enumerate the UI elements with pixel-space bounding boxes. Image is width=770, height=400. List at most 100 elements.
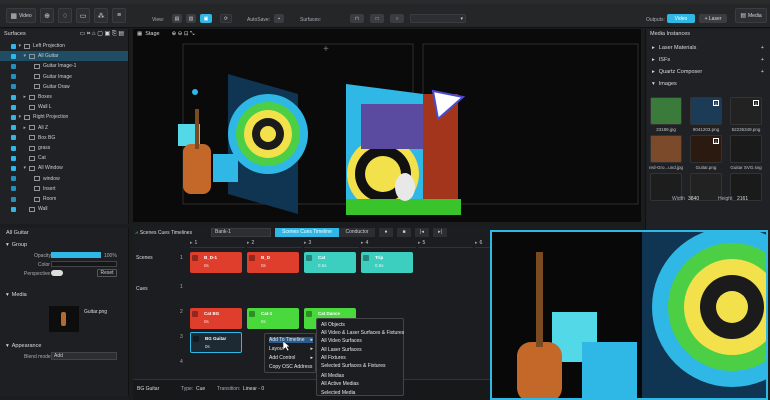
visibility-checkbox[interactable] bbox=[11, 155, 16, 161]
surface-row[interactable]: Box BG bbox=[0, 133, 128, 143]
group-section[interactable]: ▾ Group bbox=[6, 240, 27, 250]
surface-tool-3[interactable]: ○ bbox=[390, 14, 404, 23]
output-preview[interactable] bbox=[490, 230, 768, 400]
surface-row[interactable]: Guitar Image-1 bbox=[0, 61, 128, 71]
column-header[interactable]: ▸ 4 bbox=[361, 240, 416, 248]
play-icon[interactable] bbox=[192, 255, 198, 261]
media-tile[interactable] bbox=[650, 135, 682, 163]
surface-row[interactable]: Wall bbox=[0, 204, 128, 214]
context-menu-item[interactable]: Layout ▸ bbox=[269, 346, 313, 352]
visibility-checkbox[interactable] bbox=[11, 135, 16, 141]
opacity-slider[interactable] bbox=[51, 252, 101, 258]
tree-arrow-icon[interactable]: ▾ bbox=[16, 114, 21, 120]
next-button[interactable]: ▸| bbox=[433, 228, 447, 237]
submenu-item[interactable]: All Medias bbox=[321, 373, 344, 379]
media-section-2[interactable]: ▸ Quartz Composer + bbox=[652, 67, 764, 77]
surface-row[interactable]: Room bbox=[0, 194, 128, 204]
media-tile[interactable]: 1 bbox=[690, 135, 722, 163]
play-icon[interactable] bbox=[306, 311, 312, 317]
play-icon[interactable] bbox=[193, 336, 199, 342]
add-surface-icon[interactable]: ▭ ⌗ ⌂ ▢ ▣ ⎘ ▤ bbox=[80, 30, 124, 38]
nodes-button[interactable]: ⁂ bbox=[94, 8, 108, 23]
context-menu-item[interactable]: Add To Timeline ▸ bbox=[269, 337, 313, 343]
column-header[interactable]: ▸ 3 bbox=[304, 240, 359, 248]
media-tile[interactable] bbox=[730, 135, 762, 163]
visibility-checkbox[interactable] bbox=[11, 145, 16, 151]
media-tile[interactable]: 1 bbox=[690, 97, 722, 125]
media-thumbnail[interactable] bbox=[49, 306, 79, 332]
video-mode-button[interactable]: ▦ Video bbox=[6, 8, 36, 23]
media-section-1[interactable]: ▸ ISFs + bbox=[652, 55, 764, 65]
cue-card[interactable]: Cat 0.5s bbox=[304, 252, 356, 273]
prev-button[interactable]: |◂ bbox=[415, 228, 429, 237]
autosave-toggle[interactable]: ▪ bbox=[274, 14, 284, 23]
media-tile[interactable] bbox=[650, 97, 682, 125]
surface-tool-2[interactable]: □ bbox=[370, 14, 384, 23]
surface-row[interactable]: grass bbox=[0, 143, 128, 153]
tree-arrow-icon[interactable]: ▸ bbox=[16, 94, 26, 100]
submenu-item[interactable]: All Video Surfaces bbox=[321, 338, 362, 344]
add-icon[interactable]: + bbox=[761, 69, 764, 75]
cues-tab[interactable]: ⩘ Scenes Cues Timelines bbox=[135, 229, 192, 237]
play-icon[interactable]: ▸ bbox=[190, 240, 193, 246]
submenu-item[interactable]: All Active Medias bbox=[321, 381, 359, 387]
output-laser-button[interactable]: + Laser bbox=[699, 14, 727, 23]
media-button[interactable]: ▤ Media bbox=[735, 8, 767, 23]
visibility-checkbox[interactable] bbox=[11, 74, 16, 80]
stop-button[interactable]: ■ bbox=[397, 228, 411, 237]
view-layout-1-button[interactable]: ▤ bbox=[172, 14, 182, 23]
surface-dropdown[interactable]: ▾ bbox=[410, 14, 466, 23]
surface-row[interactable]: Cat bbox=[0, 153, 128, 163]
media-section-0[interactable]: ▸ Laser Materials + bbox=[652, 43, 764, 53]
submenu-item[interactable]: Selected Surfaces & Fixtures bbox=[321, 363, 385, 369]
media-tile[interactable]: 1 bbox=[730, 97, 762, 125]
output-video-button[interactable]: Video bbox=[667, 14, 695, 23]
surface-row[interactable]: Guitar Draw bbox=[0, 82, 128, 92]
tree-arrow-icon[interactable]: ▾ bbox=[16, 53, 26, 59]
view-layout-2-button[interactable]: ▥ bbox=[186, 14, 196, 23]
view-layout-3-button[interactable]: ▣ bbox=[200, 14, 212, 23]
play-icon[interactable] bbox=[249, 311, 255, 317]
submenu-item[interactable]: All Fixtures bbox=[321, 355, 346, 361]
display-button[interactable]: ▭ bbox=[76, 8, 90, 23]
bank-select[interactable]: Bank-1 bbox=[211, 228, 271, 237]
submenu-item[interactable]: All Laser Surfaces bbox=[321, 347, 362, 353]
context-menu-item[interactable]: Copy OSC Address bbox=[269, 364, 313, 370]
color-swatch[interactable] bbox=[51, 261, 117, 267]
zoom-icons[interactable]: ⊕ ⊖ ⊡ ⤡ bbox=[172, 31, 195, 38]
surface-row[interactable]: Insert bbox=[0, 184, 128, 194]
context-menu-item[interactable]: Add Control ▸ bbox=[269, 355, 313, 361]
play-icon[interactable] bbox=[249, 255, 255, 261]
visibility-checkbox[interactable] bbox=[11, 206, 16, 212]
blend-mode-select[interactable]: Add bbox=[51, 352, 117, 360]
surface-row[interactable]: ▾ All Guitar bbox=[0, 51, 128, 62]
sliders-button[interactable]: ≡ bbox=[112, 8, 126, 23]
visibility-checkbox[interactable] bbox=[11, 63, 16, 69]
surface-row[interactable]: ▾ Right Projection bbox=[0, 112, 128, 122]
bulb-button[interactable]: ♢ bbox=[58, 8, 72, 23]
play-icon[interactable]: ▸ bbox=[418, 240, 421, 246]
appearance-section[interactable]: ▾ Appearance bbox=[6, 341, 41, 351]
tree-arrow-icon[interactable]: ▸ bbox=[16, 125, 26, 131]
stage-canvas[interactable]: + bbox=[133, 39, 641, 222]
add-icon[interactable]: + bbox=[761, 45, 764, 51]
play-icon[interactable] bbox=[363, 255, 369, 261]
seg-conductor[interactable]: Conductor bbox=[339, 228, 375, 237]
column-header[interactable]: ▸ 5 bbox=[418, 240, 473, 248]
crosshair-button[interactable]: ⊕ bbox=[40, 8, 54, 23]
perspective-toggle[interactable] bbox=[51, 270, 63, 276]
play-icon[interactable] bbox=[306, 255, 312, 261]
surface-row[interactable]: ▸ All Z bbox=[0, 123, 128, 133]
cue-card[interactable]: Cat-1 0s bbox=[247, 308, 299, 329]
visibility-checkbox[interactable] bbox=[11, 186, 16, 192]
column-header[interactable]: ▸ 1 bbox=[190, 240, 245, 248]
visibility-checkbox[interactable] bbox=[11, 176, 16, 182]
surface-row[interactable]: window bbox=[0, 174, 128, 184]
cue-card[interactable]: B_D-1 0s bbox=[190, 252, 242, 273]
surface-tool-1[interactable]: ⊓ bbox=[350, 14, 364, 23]
record-button[interactable]: ● bbox=[379, 228, 393, 237]
play-icon[interactable]: ▸ bbox=[304, 240, 307, 246]
surface-row[interactable]: ▾ All Window bbox=[0, 163, 128, 173]
visibility-checkbox[interactable] bbox=[11, 196, 16, 202]
surface-row[interactable]: ▾ Left Projection bbox=[0, 41, 128, 51]
